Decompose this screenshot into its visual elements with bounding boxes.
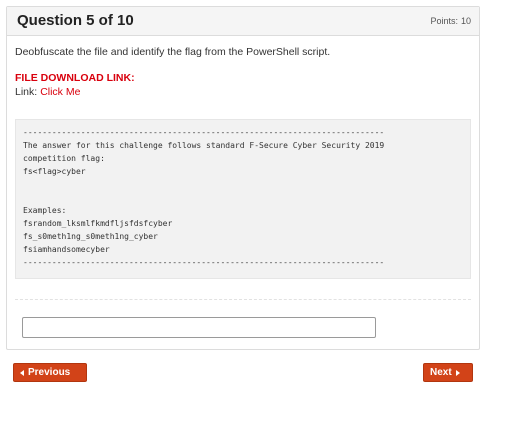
chevron-right-icon bbox=[455, 369, 460, 376]
question-card: Question 5 of 10 Points: 10 Deobfuscate t… bbox=[6, 6, 480, 350]
challenge-code-block: ----------------------------------------… bbox=[15, 119, 471, 279]
question-text: Deobfuscate the file and identify the fl… bbox=[15, 46, 331, 58]
divider bbox=[15, 299, 471, 300]
points-value: 10 bbox=[460, 16, 471, 26]
points-indicator: Points: 10 bbox=[430, 16, 471, 26]
previous-button-label: Previous bbox=[28, 367, 71, 378]
link-label: Link: bbox=[15, 86, 38, 98]
question-header: Question 5 of 10 Points: 10 bbox=[7, 7, 479, 36]
previous-button[interactable]: Previous bbox=[13, 363, 87, 382]
question-title: Question 5 of 10 bbox=[17, 12, 134, 29]
download-link[interactable]: Click Me bbox=[40, 86, 80, 98]
answer-input[interactable] bbox=[22, 317, 376, 338]
next-button[interactable]: Next bbox=[423, 363, 473, 382]
download-link-row: Link: Click Me bbox=[15, 86, 80, 98]
download-heading: FILE DOWNLOAD LINK: bbox=[15, 72, 135, 84]
chevron-left-icon bbox=[20, 369, 24, 376]
next-button-label: Next bbox=[430, 367, 452, 378]
points-label: Points: bbox=[430, 16, 458, 26]
